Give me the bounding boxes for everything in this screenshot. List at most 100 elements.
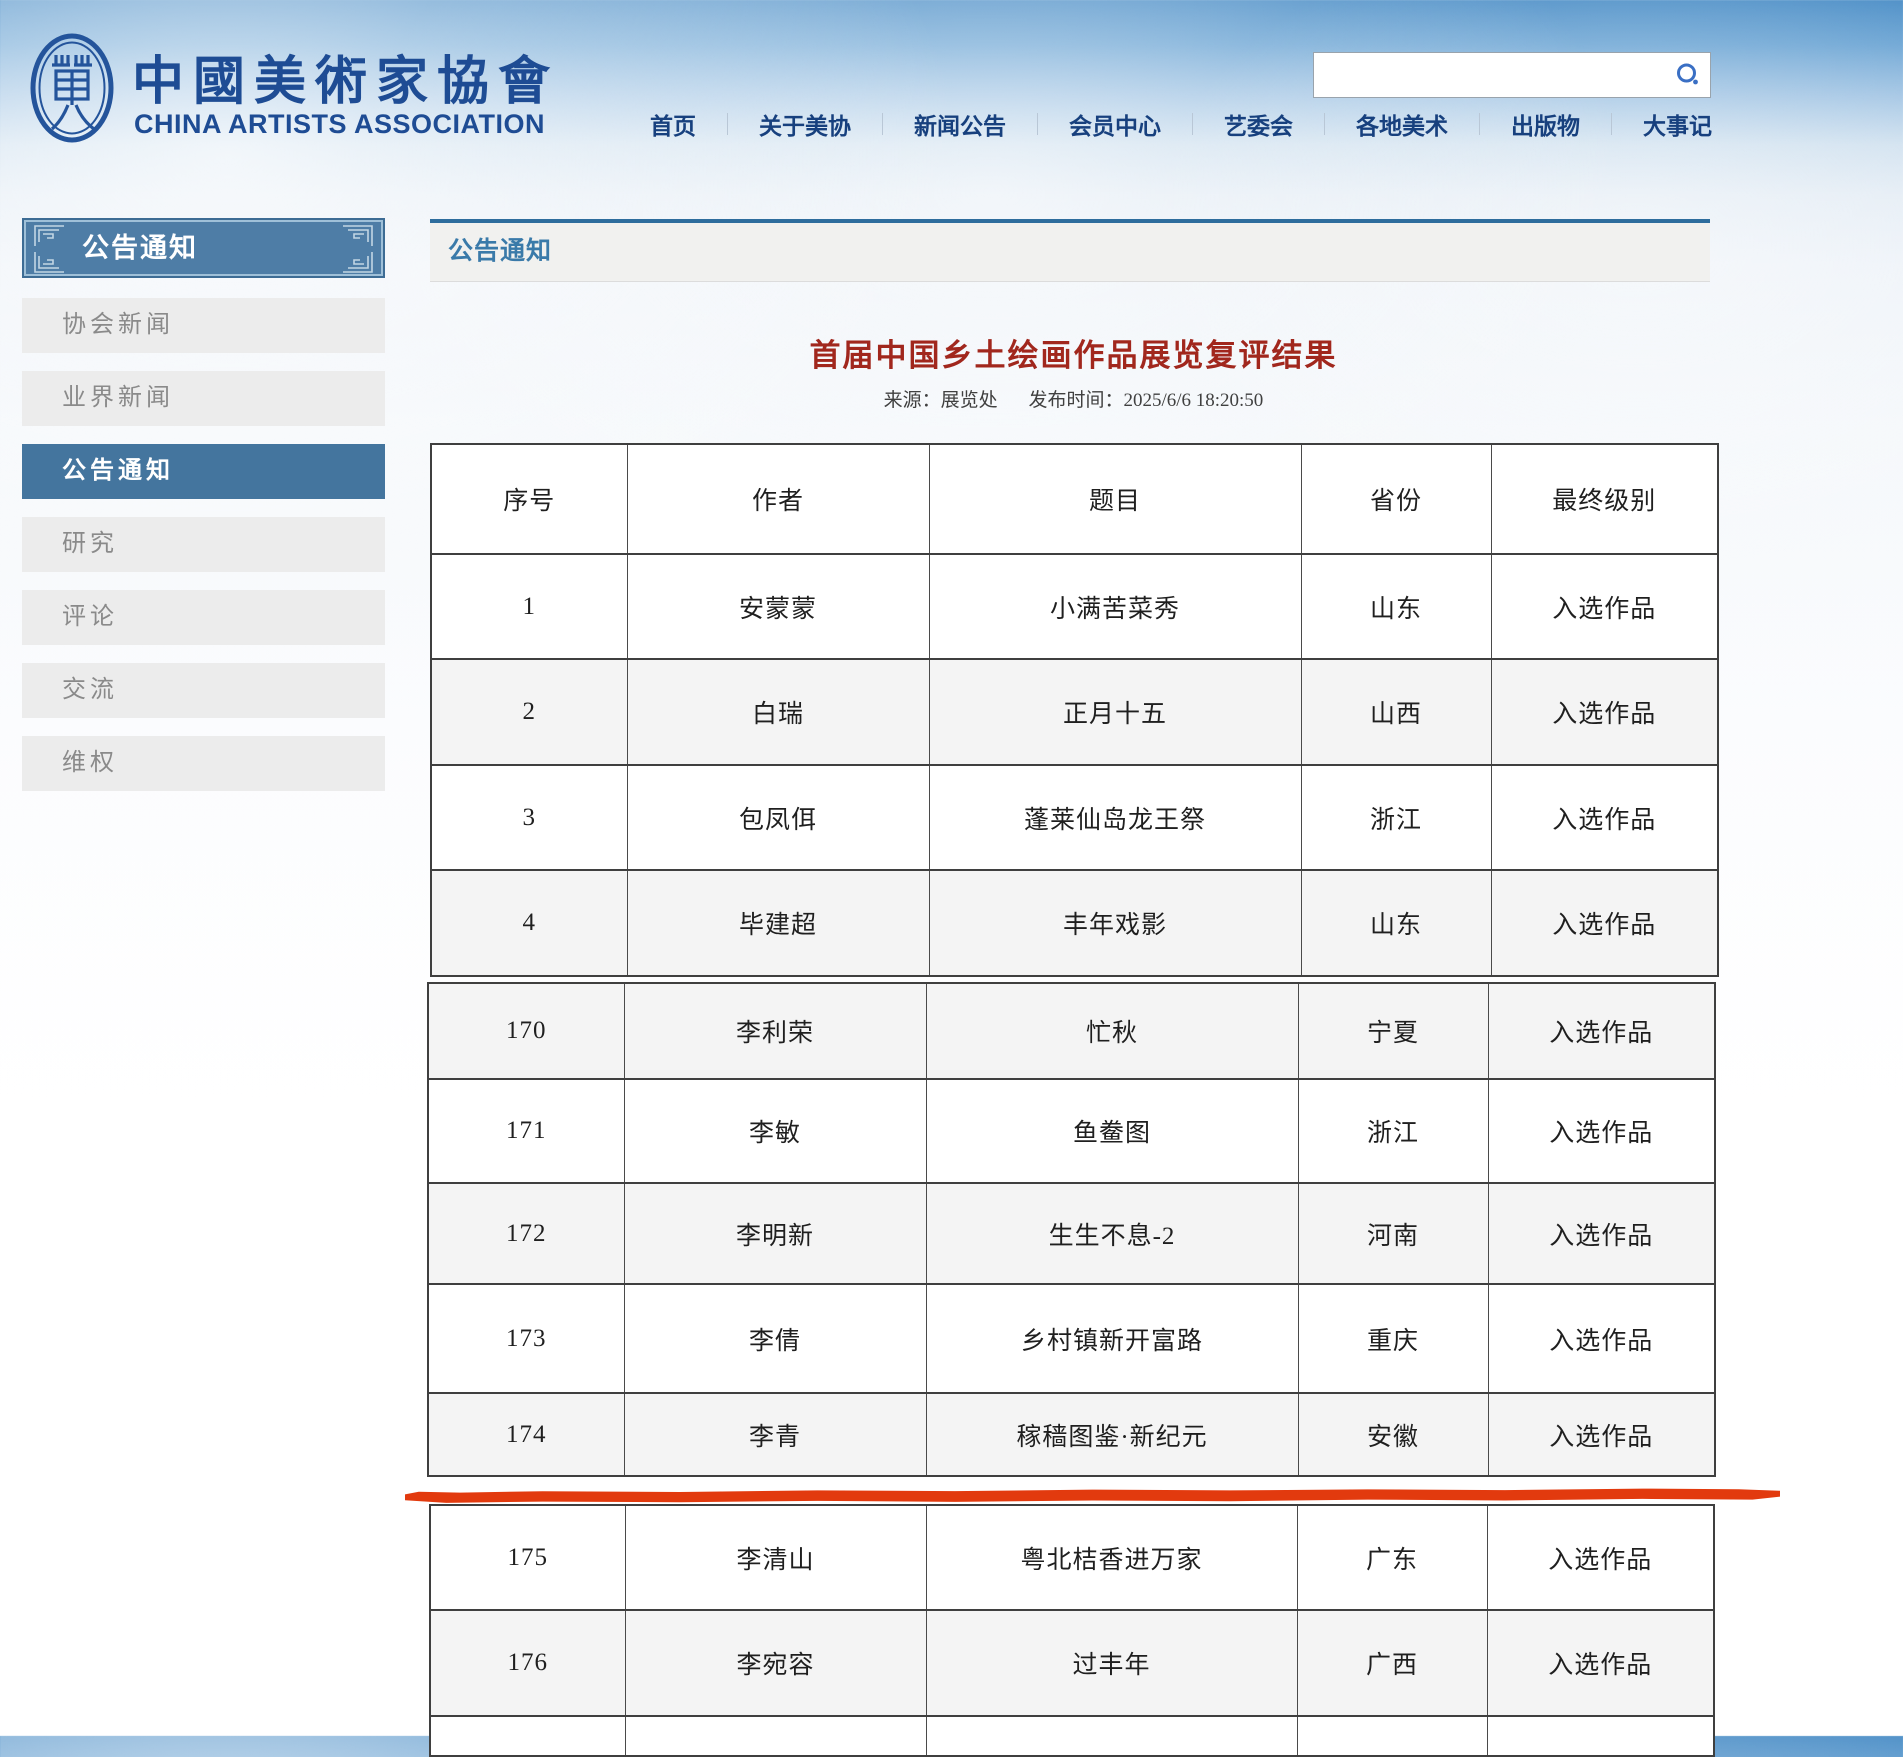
col-header-title: 题目	[929, 444, 1301, 554]
results-table-bottom: 175 李清山 粤北桔香进万家 广东 入选作品 176 李宛容 过丰年 广西 入…	[429, 1504, 1715, 1757]
cell-author: 李明新	[624, 1183, 926, 1284]
sidebar-item-rights[interactable]: 维权	[22, 736, 385, 791]
cell-author: 毕建超	[627, 870, 929, 976]
nav-divider	[1192, 113, 1193, 135]
cell-level: 入选作品	[1491, 870, 1718, 976]
cell-author: 安蒙蒙	[627, 554, 929, 659]
sidebar-title: 公告通知	[22, 218, 385, 278]
cell-title: 忙秋	[926, 983, 1298, 1079]
nav-item-chronicle[interactable]: 大事记	[1643, 107, 1712, 141]
cell-province: 山东	[1301, 554, 1491, 659]
table-row: 172 李明新 生生不息-2 河南 入选作品	[428, 1183, 1715, 1284]
cell-number: 170	[428, 983, 624, 1079]
cell-province: 安徽	[1298, 1393, 1488, 1476]
cell-title: 稼穑图鉴·新纪元	[926, 1393, 1298, 1476]
cell-title: 生生不息-2	[926, 1183, 1298, 1284]
section-header: 公告通知	[430, 219, 1710, 282]
cell-province: 山东	[1301, 870, 1491, 976]
cell-author: 李利荣	[624, 983, 926, 1079]
cell-empty	[926, 1716, 1297, 1756]
cell-author: 李清山	[625, 1505, 926, 1610]
sidebar-item-commentary[interactable]: 评论	[22, 590, 385, 645]
sidebar-item-industry-news[interactable]: 业界新闻	[22, 371, 385, 426]
cell-province: 浙江	[1298, 1079, 1488, 1183]
cell-author: 李宛容	[625, 1610, 926, 1716]
site-title-chinese: 中國美術家協會	[132, 39, 552, 114]
cell-empty	[430, 1716, 625, 1756]
nav-divider	[727, 113, 728, 135]
nav-item-about[interactable]: 关于美协	[759, 107, 851, 141]
nav-item-regional-art[interactable]: 各地美术	[1356, 107, 1448, 141]
cell-province: 重庆	[1298, 1284, 1488, 1393]
meta-publish-time: 发布时间：2025/6/6 18:20:50	[1028, 390, 1263, 411]
cell-province: 浙江	[1301, 765, 1491, 870]
col-header-number: 序号	[431, 444, 627, 554]
sidebar-item-announcements[interactable]: 公告通知	[22, 444, 385, 499]
cell-level: 入选作品	[1491, 554, 1718, 659]
cell-author: 白瑞	[627, 659, 929, 765]
cell-province: 山西	[1301, 659, 1491, 765]
nav-divider	[1324, 113, 1325, 135]
table-row: 175 李清山 粤北桔香进万家 广东 入选作品	[430, 1505, 1714, 1610]
table-row: 176 李宛容 过丰年 广西 入选作品	[430, 1610, 1714, 1716]
nav-item-members[interactable]: 会员中心	[1069, 107, 1161, 141]
page: { "colors": { "accent_blue": "#1e4c94", …	[0, 0, 1903, 1736]
cell-level: 入选作品	[1491, 659, 1718, 765]
col-header-author: 作者	[627, 444, 929, 554]
cell-number: 4	[431, 870, 627, 976]
site-logo[interactable]: 中國美術家協會 CHINA ARTISTS ASSOCIATION	[30, 33, 530, 145]
search-input[interactable]	[1314, 53, 1666, 97]
table-row: 4 毕建超 丰年戏影 山东 入选作品	[431, 870, 1718, 976]
main-nav: 首页 关于美协 新闻公告 会员中心 艺委会 各地美术 出版物 大事记	[650, 100, 1712, 148]
article-meta: 来源：展览处 发布时间：2025/6/6 18:20:50	[430, 385, 1717, 412]
table-header-row: 序号 作者 题目 省份 最终级别	[431, 444, 1718, 554]
nav-item-art-committee[interactable]: 艺委会	[1224, 107, 1293, 141]
cell-empty	[1487, 1716, 1714, 1756]
nav-item-home[interactable]: 首页	[650, 107, 696, 141]
nav-divider	[882, 113, 883, 135]
cell-title: 蓬莱仙岛龙王祭	[929, 765, 1301, 870]
cell-title: 正月十五	[929, 659, 1301, 765]
cell-level: 入选作品	[1487, 1610, 1714, 1716]
table-row-highlighted: 174 李青 稼穑图鉴·新纪元 安徽 入选作品	[428, 1393, 1715, 1476]
cell-empty	[1297, 1716, 1487, 1756]
article-title: 首届中国乡土绘画作品展览复评结果	[430, 330, 1717, 375]
cell-number: 173	[428, 1284, 624, 1393]
cell-level: 入选作品	[1488, 1393, 1715, 1476]
sidebar-item-exchange[interactable]: 交流	[22, 663, 385, 718]
search-box	[1313, 52, 1711, 98]
cell-title: 过丰年	[926, 1610, 1297, 1716]
cell-level: 入选作品	[1488, 1183, 1715, 1284]
cell-author: 李倩	[624, 1284, 926, 1393]
cell-level: 入选作品	[1488, 983, 1715, 1079]
results-table-middle: 170 李利荣 忙秋 宁夏 入选作品 171 李敏 鱼鲞图 浙江 入选作品 17…	[427, 982, 1716, 1477]
cell-number: 1	[431, 554, 627, 659]
sidebar-item-research[interactable]: 研究	[22, 517, 385, 572]
red-marker-underline	[405, 1488, 1780, 1504]
nav-divider	[1611, 113, 1612, 135]
cell-number: 171	[428, 1079, 624, 1183]
cell-author: 包凤佴	[627, 765, 929, 870]
col-header-final-level: 最终级别	[1491, 444, 1718, 554]
cell-number: 172	[428, 1183, 624, 1284]
cell-number: 176	[430, 1610, 625, 1716]
sidebar-item-association-news[interactable]: 协会新闻	[22, 298, 385, 353]
cell-level: 入选作品	[1487, 1505, 1714, 1610]
nav-item-publications[interactable]: 出版物	[1511, 107, 1580, 141]
search-button[interactable]	[1666, 53, 1710, 97]
nav-item-news[interactable]: 新闻公告	[914, 107, 1006, 141]
meander-ornament-icon	[28, 223, 70, 275]
cell-number: 2	[431, 659, 627, 765]
cell-province: 宁夏	[1298, 983, 1488, 1079]
table-row: 170 李利荣 忙秋 宁夏 入选作品	[428, 983, 1715, 1079]
table-row: 1 安蒙蒙 小满苦菜秀 山东 入选作品	[431, 554, 1718, 659]
nav-divider	[1479, 113, 1480, 135]
table-row: 2 白瑞 正月十五 山西 入选作品	[431, 659, 1718, 765]
meander-ornament-icon	[337, 223, 379, 275]
cell-empty	[625, 1716, 926, 1756]
cell-number: 174	[428, 1393, 624, 1476]
cell-number: 175	[430, 1505, 625, 1610]
cell-level: 入选作品	[1491, 765, 1718, 870]
table-row-clipped	[430, 1716, 1714, 1756]
sidebar: 公告通知 协会新闻 业界新闻 公告通知 研究 评论 交流 维权	[22, 218, 385, 791]
